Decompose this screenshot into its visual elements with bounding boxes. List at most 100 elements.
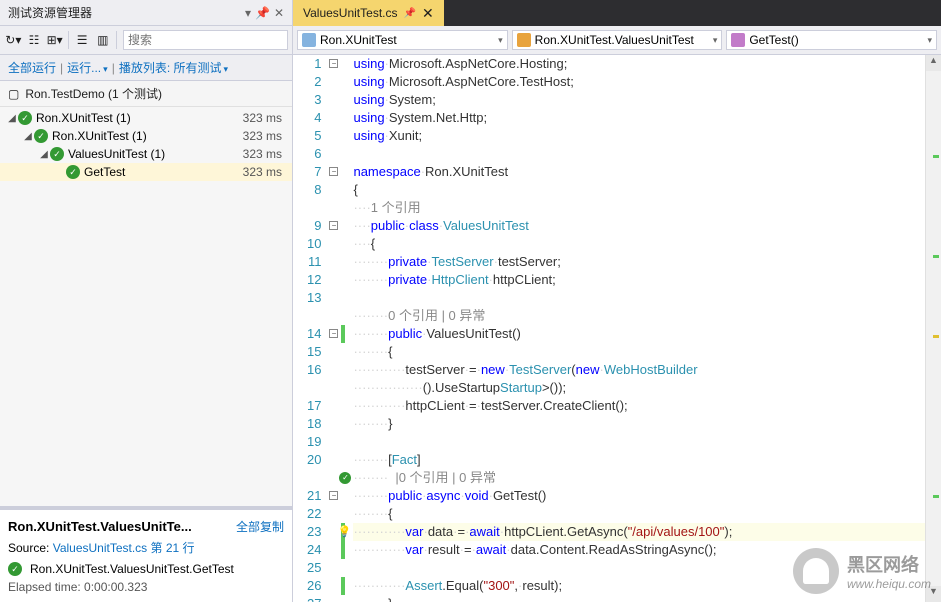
result-name: Ron.XUnitTest.ValuesUnitTest.GetTest <box>30 562 234 576</box>
close-icon[interactable]: ✕ <box>274 6 284 20</box>
method-icon <box>731 33 745 47</box>
test-time: 323 ms <box>243 111 286 125</box>
filter-bar: 全部运行 | 运行... | 播放列表: 所有测试 <box>0 55 292 81</box>
namespace-dropdown[interactable]: Ron.XUnitTest <box>297 30 508 50</box>
code-line[interactable]: { <box>353 181 925 199</box>
code-line[interactable]: ········private·TestServer·testServer; <box>353 253 925 271</box>
tab-close-icon[interactable]: ✕ <box>422 5 434 22</box>
pass-icon <box>34 129 48 143</box>
group-icon[interactable]: ⊞▾ <box>45 29 64 51</box>
pass-icon <box>18 111 32 125</box>
code-line[interactable] <box>353 559 925 577</box>
toolbar: ↻▾ ☷ ⊞▾ ☰ ▥ <box>0 26 292 55</box>
line-gutter: 1234567891011121314151617181920212223242… <box>293 55 327 602</box>
code-content: using·Microsoft.AspNetCore.Hosting;using… <box>349 55 925 602</box>
code-line[interactable]: using·System.Net.Http; <box>353 109 925 127</box>
code-line[interactable]: ········{ <box>353 505 925 523</box>
copy-all-link[interactable]: 全部复制 <box>236 518 284 535</box>
fold-icon[interactable]: − <box>329 59 338 68</box>
filter-icon[interactable]: ▥ <box>93 29 112 51</box>
detail-pane: Ron.XUnitTest.ValuesUnitTe... 全部复制 Sourc… <box>0 510 292 602</box>
tree-row[interactable]: GetTest323 ms <box>0 163 292 181</box>
margin-column: 💡✓ <box>341 55 349 602</box>
code-line[interactable]: ········{ <box>353 343 925 361</box>
pass-icon <box>8 562 22 576</box>
list-icon[interactable]: ☰ <box>73 29 92 51</box>
tab-bar: ValuesUnitTest.cs 📌 ✕ <box>293 0 941 26</box>
test-explorer-panel: 测试资源管理器 ▾ 📌 ✕ ↻▾ ☷ ⊞▾ ☰ ▥ 全部运行 | 运行... |… <box>0 0 293 602</box>
code-line[interactable]: using·Microsoft.AspNetCore.TestHost; <box>353 73 925 91</box>
chevron-down-icon[interactable]: ◢ <box>6 113 18 124</box>
code-line[interactable]: ········} <box>353 595 925 602</box>
tree-row[interactable]: ◢ValuesUnitTest (1)323 ms <box>0 145 292 163</box>
test-label: Ron.XUnitTest (1) <box>52 129 243 143</box>
tree-row[interactable]: ◢ Ron.XUnitTest (1)323 ms <box>0 109 292 127</box>
panel-header: 测试资源管理器 ▾ 📌 ✕ <box>0 0 292 26</box>
method-dropdown[interactable]: GetTest() <box>726 30 937 50</box>
run-link[interactable]: 运行... <box>67 59 108 76</box>
code-line[interactable]: ············var·result·=·await·data.Cont… <box>353 541 925 559</box>
pass-icon <box>66 165 80 179</box>
code-line[interactable]: ····{ <box>353 235 925 253</box>
tab-label: ValuesUnitTest.cs <box>303 6 397 20</box>
test-label: GetTest <box>84 165 243 179</box>
search-input[interactable] <box>123 30 288 50</box>
code-line[interactable]: ········[Fact] <box>353 451 925 469</box>
code-line[interactable]: ····1 个引用 <box>353 199 925 217</box>
pin-icon[interactable]: 📌 <box>403 8 415 19</box>
fold-column: − − − − − <box>327 55 341 602</box>
code-line[interactable]: ········public·ValuesUnitTest() <box>353 325 925 343</box>
test-label: Ron.XUnitTest (1) <box>36 111 243 125</box>
fold-icon[interactable]: − <box>329 167 338 176</box>
fold-icon[interactable]: − <box>329 491 338 500</box>
test-tree: ◢Ron.XUnitTest (1)323 ms◢Ron.XUnitTest (… <box>0 107 292 506</box>
elapsed-time: Elapsed time: 0:00:00.323 <box>8 580 284 594</box>
test-group-header[interactable]: ▢ Ron.TestDemo (1 个测试) <box>0 81 292 107</box>
code-line[interactable]: ········private·HttpClient·httpCLient; <box>353 271 925 289</box>
chevron-down-icon[interactable]: ◢ <box>38 149 50 160</box>
test-time: 323 ms <box>243 165 286 179</box>
code-line[interactable] <box>353 289 925 307</box>
nav-bar: Ron.XUnitTest Ron.XUnitTest.ValuesUnitTe… <box>293 26 941 55</box>
code-line[interactable]: ········} <box>353 415 925 433</box>
project-icon: ▢ <box>8 87 19 101</box>
class-dropdown[interactable]: Ron.XUnitTest.ValuesUnitTest <box>512 30 723 50</box>
test-time: 323 ms <box>243 129 286 143</box>
panel-title: 测试资源管理器 <box>8 4 92 21</box>
code-line[interactable]: using·Microsoft.AspNetCore.Hosting; <box>353 55 925 73</box>
code-line[interactable]: ········ |0 个引用 | 0 异常 <box>353 469 925 487</box>
tree-row[interactable]: ◢ Ron.XUnitTest (1)323 ms <box>0 127 292 145</box>
playlist-link[interactable]: 播放列表: 所有测试 <box>119 59 228 76</box>
scrollbar[interactable]: ▲ ▼ <box>925 55 941 602</box>
code-line[interactable]: ············var·data·=·await·httpCLient.… <box>353 523 925 541</box>
code-line[interactable]: ············httpCLient·=·testServer.Crea… <box>353 397 925 415</box>
pin-icon[interactable]: 📌 <box>255 6 270 20</box>
code-line[interactable]: ····public·class·ValuesUnitTest <box>353 217 925 235</box>
detail-title: Ron.XUnitTest.ValuesUnitTe... <box>8 519 192 534</box>
refresh-icon[interactable]: ↻▾ <box>4 29 23 51</box>
editor-panel: ValuesUnitTest.cs 📌 ✕ Ron.XUnitTest Ron.… <box>293 0 941 602</box>
namespace-icon <box>302 33 316 47</box>
code-line[interactable]: using·Xunit; <box>353 127 925 145</box>
code-line[interactable]: ············testServer·=·new·TestServer(… <box>353 361 925 379</box>
source-link[interactable]: ValuesUnitTest.cs 第 21 行 <box>53 541 195 555</box>
hierarchy-icon[interactable]: ☷ <box>25 29 44 51</box>
scroll-up-icon[interactable]: ▲ <box>926 55 941 71</box>
code-editor[interactable]: 1234567891011121314151617181920212223242… <box>293 55 925 602</box>
scroll-down-icon[interactable]: ▼ <box>926 586 941 602</box>
code-line[interactable]: namespace·Ron.XUnitTest <box>353 163 925 181</box>
fold-icon[interactable]: − <box>329 221 338 230</box>
chevron-down-icon[interactable]: ◢ <box>22 131 34 142</box>
code-line[interactable] <box>353 145 925 163</box>
run-all-link[interactable]: 全部运行 <box>8 59 56 76</box>
code-line[interactable]: ········public·async·void·GetTest() <box>353 487 925 505</box>
code-line[interactable]: ················().UseStartupStartup>())… <box>353 379 925 397</box>
dropdown-icon[interactable]: ▾ <box>245 6 251 20</box>
code-line[interactable] <box>353 433 925 451</box>
tab-active[interactable]: ValuesUnitTest.cs 📌 ✕ <box>293 0 444 26</box>
code-line[interactable]: ············Assert.Equal("300",·result); <box>353 577 925 595</box>
code-line[interactable]: ········0 个引用 | 0 异常 <box>353 307 925 325</box>
test-label: ValuesUnitTest (1) <box>68 147 243 161</box>
code-line[interactable]: using·System; <box>353 91 925 109</box>
fold-icon[interactable]: − <box>329 329 338 338</box>
